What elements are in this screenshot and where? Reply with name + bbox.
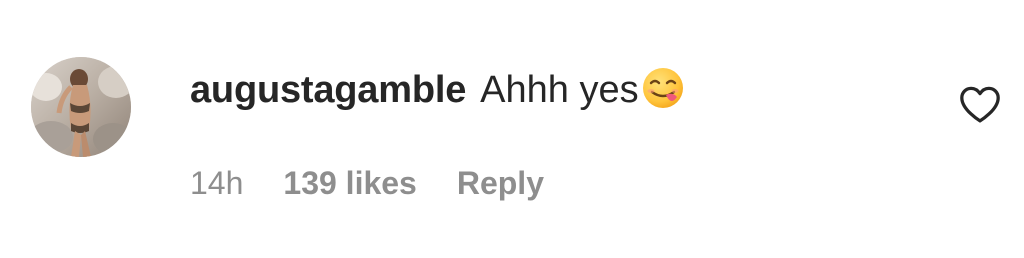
comment-meta: 14h 139 likes Reply — [190, 160, 544, 206]
likes-count[interactable]: 139 likes — [283, 165, 416, 202]
avatar-image — [31, 57, 131, 157]
avatar[interactable] — [31, 57, 131, 157]
username-link[interactable]: augustagamble — [190, 69, 466, 112]
heart-icon — [960, 86, 1000, 123]
face-savoring-food-emoji — [641, 66, 685, 110]
comment-timestamp[interactable]: 14h — [190, 165, 243, 202]
comment: augustagamble Ahhh yes 14h 139 likes Rep… — [0, 0, 1024, 258]
reply-button[interactable]: Reply — [457, 165, 544, 202]
comment-text: Ahhh yes — [480, 68, 639, 111]
comment-line: augustagamble Ahhh yes — [190, 62, 685, 118]
like-button[interactable] — [958, 84, 1002, 124]
